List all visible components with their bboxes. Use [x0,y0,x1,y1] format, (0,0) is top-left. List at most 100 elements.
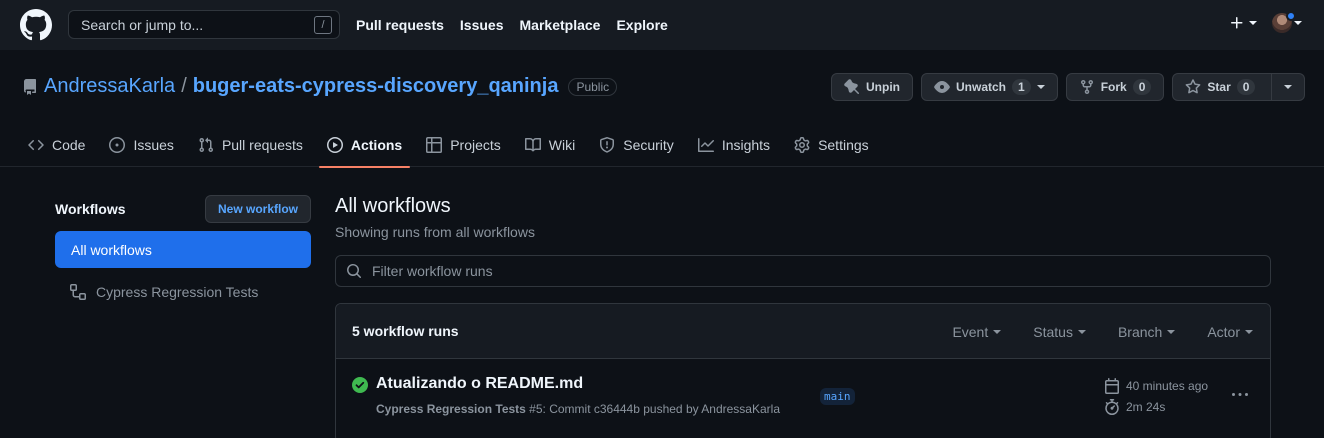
unwatch-button[interactable]: Unwatch 1 [921,73,1058,101]
actor-filter-dropdown[interactable]: Actor [1207,324,1253,340]
tab-wiki[interactable]: Wiki [517,122,583,167]
forks-count: 0 [1132,79,1152,95]
page-subtitle: Showing runs from all workflows [335,224,535,240]
issue-icon [109,136,126,153]
graph-icon [697,137,714,152]
workflows-sidebar: Workflows New workflow All workflows Cyp… [55,195,311,312]
play-icon [326,136,343,153]
nav-explore[interactable]: Explore [616,17,667,33]
run-time-ago: 40 minutes ago [1126,379,1209,393]
search-icon [347,264,362,279]
global-header: Search or jump to... / Pull requests Iss… [0,0,1324,50]
tab-label: Security [623,136,674,153]
chevron-down-icon [993,329,1002,334]
github-logo-icon[interactable] [20,9,52,41]
visibility-badge: Public [568,77,618,96]
star-button[interactable]: Star 0 [1172,73,1273,101]
run-meta-text: #5: Commit c36444b pushed by AndressaKar… [525,402,780,416]
unwatch-label: Unwatch [956,80,1007,94]
repo-path-separator: / [181,75,187,97]
chevron-down-icon [1245,329,1253,334]
tab-label: Pull requests [221,136,303,153]
tab-security[interactable]: Security [591,122,682,167]
stars-count: 0 [1236,79,1256,95]
table-icon [426,136,443,153]
tab-label: Projects [450,136,501,153]
status-filter-dropdown[interactable]: Status [1033,324,1086,340]
repo-actions: Unpin Unwatch 1 Fork 0 Star 0 [831,73,1306,101]
tab-code[interactable]: Code [20,122,93,167]
filter-label: Status [1033,323,1073,340]
gear-icon [794,136,810,153]
star-list-dropdown[interactable] [1272,73,1306,101]
sidebar-item-cypress-regression-tests[interactable]: Cypress Regression Tests [55,272,311,312]
user-menu[interactable] [1272,11,1302,33]
workflow-icon [70,284,86,300]
run-title-link[interactable]: Atualizando o README.md [376,375,583,393]
nav-marketplace[interactable]: Marketplace [520,17,601,33]
star-button-group: Star 0 [1172,73,1306,101]
search-input[interactable]: Search or jump to... / [68,10,340,39]
chevron-down-icon [1249,21,1257,25]
branch-badge[interactable]: main [820,388,855,405]
repo-name-link[interactable]: buger-eats-cypress-discovery_qaninja [193,75,559,98]
run-workflow-name: Cypress Regression Tests [376,402,526,416]
chevron-down-icon [1284,85,1293,89]
nav-pull-requests[interactable]: Pull requests [356,17,444,33]
create-new-button[interactable] [1229,15,1257,31]
tab-pull-requests[interactable]: Pull requests [190,122,311,167]
event-filter-dropdown[interactable]: Event [952,323,1002,340]
calendar-icon [1105,378,1119,394]
repo-header: AndressaKarla / buger-eats-cypress-disco… [0,50,1324,168]
search-shortcut-key: / [314,16,332,34]
chevron-down-icon [1167,329,1176,334]
kebab-menu-icon[interactable] [1232,387,1248,403]
tab-label: Issues [133,136,174,153]
search-placeholder: Search or jump to... [81,16,204,33]
fork-label: Fork [1100,80,1127,94]
tab-label: Wiki [548,136,576,153]
filter-runs-input[interactable]: Filter workflow runs [335,255,1271,287]
tab-actions[interactable]: Actions [318,122,411,168]
new-workflow-button[interactable]: New workflow [204,195,311,223]
runs-list-header: 5 workflow runs Event Status Branch Acto… [336,304,1270,359]
tab-projects[interactable]: Projects [418,122,509,167]
unpin-label: Unpin [866,80,900,94]
filter-placeholder: Filter workflow runs [372,263,493,279]
nav-issues[interactable]: Issues [460,17,504,33]
run-meta: Cypress Regression Tests #5: Commit c364… [376,402,780,416]
filter-label: Actor [1207,323,1240,340]
repo-tabs: Code Issues Pull requests Actions Projec… [20,122,877,168]
sidebar-title: Workflows [55,201,126,217]
sidebar-item-all-workflows[interactable]: All workflows [55,231,311,268]
fork-button[interactable]: Fork 0 [1065,73,1165,101]
chevron-down-icon [1077,329,1086,334]
tab-issues[interactable]: Issues [101,122,181,167]
tab-settings[interactable]: Settings [786,122,877,167]
run-duration-value: 2m 24s [1126,400,1166,414]
repo-owner-link[interactable]: AndressaKarla [44,75,175,98]
pull-request-icon [199,137,213,152]
run-timestamp: 40 minutes ago [1104,378,1208,394]
runs-filters: Event Status Branch Actor [952,304,1253,359]
fork-icon [1080,80,1093,95]
repo-title: AndressaKarla / buger-eats-cypress-disco… [22,75,618,98]
branch-filter-dropdown[interactable]: Branch [1117,323,1176,340]
runs-list: 5 workflow runs Event Status Branch Acto… [335,303,1271,438]
star-label: Star [1207,80,1231,94]
star-icon [1185,79,1201,94]
workflow-run-row[interactable]: Atualizando o README.md Cypress Regressi… [336,359,1270,434]
tab-label: Settings [818,136,869,153]
code-icon [28,139,44,150]
filter-label: Event [952,323,989,340]
page-title: All workflows [335,195,451,217]
sidebar-item-label: All workflows [71,241,152,258]
global-nav: Pull requests Issues Marketplace Explore [356,0,668,50]
notification-dot-icon [1286,11,1296,21]
check-circle-icon [352,377,368,393]
unpin-button[interactable]: Unpin [831,73,913,101]
tab-insights[interactable]: Insights [690,122,778,167]
eye-icon [934,81,950,93]
sidebar-header: Workflows New workflow [55,195,311,223]
filter-label: Branch [1117,323,1163,340]
